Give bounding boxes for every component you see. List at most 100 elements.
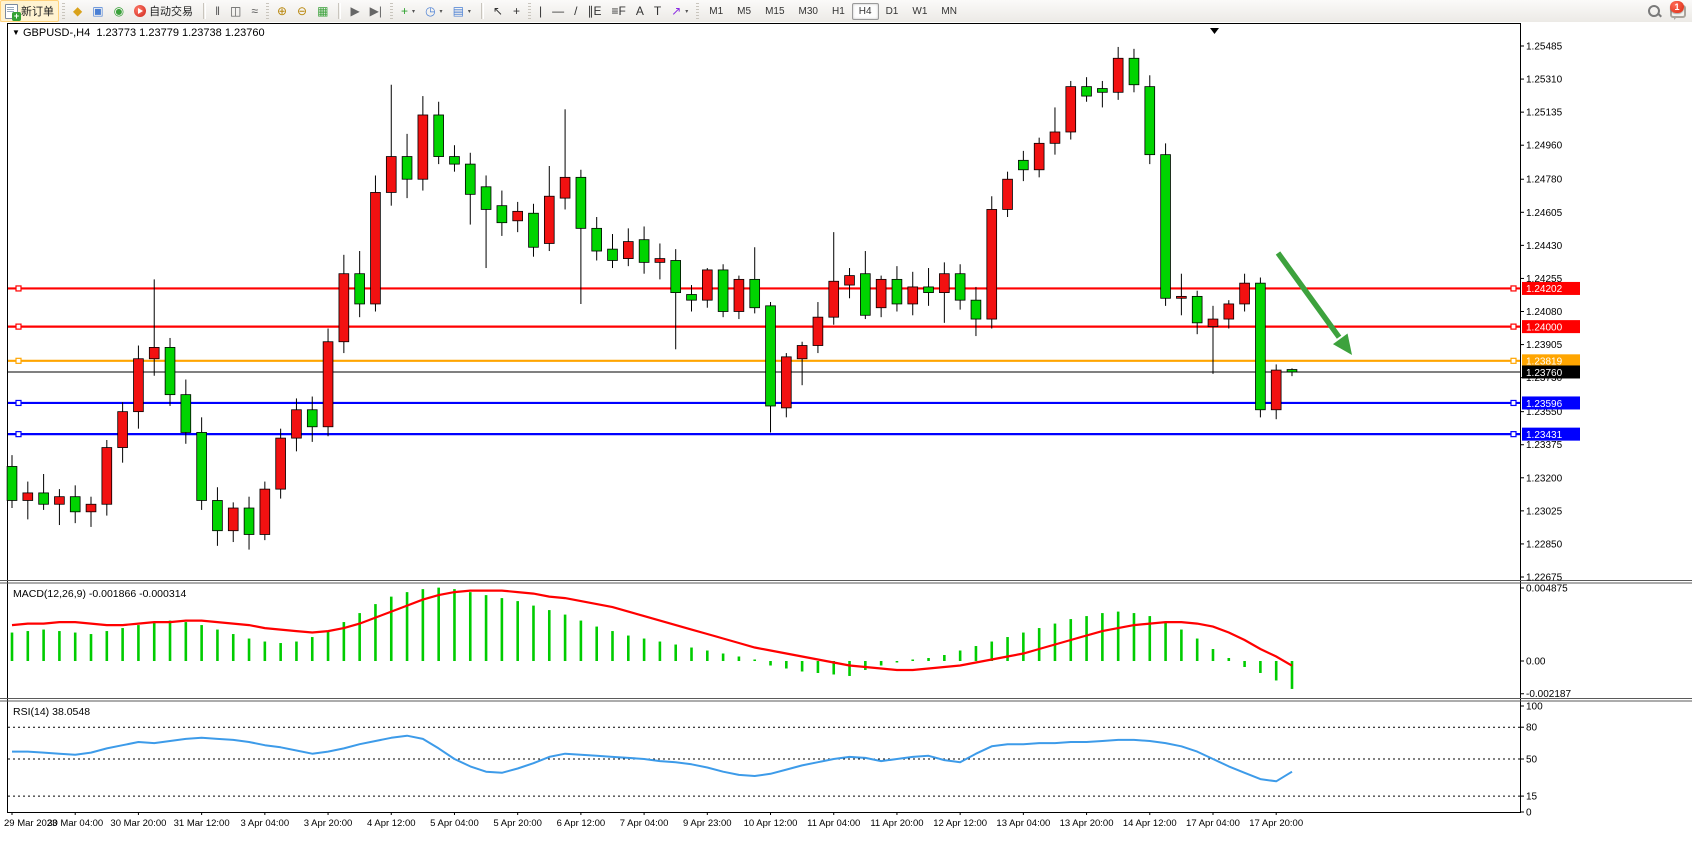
main-toolbar: 新订单 ◆▣◉自动交易 ‖◫ ≈ ⊕ ⊖ ▦ ▶ ▶| +▾◷▾▤▾ ↖ + |—/∥E ≡F AT↗▾ M1… bbox=[0, 0, 1692, 23]
svg-text:1.23596: 1.23596 bbox=[1526, 399, 1563, 410]
line-chart-button[interactable]: ≈ bbox=[246, 2, 263, 20]
shapes-button[interactable]: ↗▾ bbox=[666, 2, 693, 20]
timeframe-H4-button[interactable]: H4 bbox=[852, 3, 879, 20]
periods-button[interactable]: ◷▾ bbox=[420, 2, 448, 20]
candle bbox=[149, 347, 159, 358]
fibonacci-icon: ≡F bbox=[611, 5, 625, 17]
metaeditor-button[interactable]: ◆ bbox=[68, 2, 87, 20]
chart-shift-button[interactable]: ▶| bbox=[365, 2, 387, 20]
candle bbox=[371, 192, 381, 303]
candle bbox=[402, 157, 412, 180]
shapes-icon: ↗ bbox=[671, 5, 681, 17]
community-button[interactable]: ▣ bbox=[87, 2, 108, 20]
svg-text:14 Apr 12:00: 14 Apr 12:00 bbox=[1123, 818, 1177, 829]
auto-scroll-icon: ▶ bbox=[350, 5, 359, 17]
notification-badge[interactable]: 1 bbox=[1670, 1, 1684, 13]
timeframe-M1-button[interactable]: M1 bbox=[702, 3, 730, 20]
zoom-out-button[interactable]: ⊖ bbox=[292, 2, 312, 20]
candle bbox=[1113, 58, 1123, 92]
tile-windows-button[interactable]: ▦ bbox=[312, 2, 333, 20]
candle bbox=[892, 279, 902, 304]
text-button[interactable]: A bbox=[631, 2, 649, 20]
chevron-down-icon: ▼ bbox=[12, 28, 20, 37]
timeframe-M5-button[interactable]: M5 bbox=[730, 3, 758, 20]
candle bbox=[55, 497, 65, 505]
svg-text:1.23200: 1.23200 bbox=[1526, 473, 1563, 484]
candle bbox=[292, 410, 302, 438]
svg-text:13 Apr 04:00: 13 Apr 04:00 bbox=[996, 818, 1050, 829]
svg-text:1.25485: 1.25485 bbox=[1526, 42, 1563, 53]
bar-chart-button[interactable]: ‖ bbox=[210, 2, 225, 20]
chart-frame bbox=[0, 24, 1692, 813]
candle bbox=[165, 347, 175, 394]
tile-windows-icon: ▦ bbox=[317, 5, 328, 17]
crosshair-icon: + bbox=[513, 5, 520, 17]
candle bbox=[260, 489, 270, 534]
candle bbox=[1161, 155, 1171, 299]
candle bbox=[1255, 283, 1265, 410]
zoom-in-icon: ⊕ bbox=[277, 5, 287, 17]
fibonacci-button[interactable]: ≡F bbox=[606, 2, 630, 20]
svg-text:10 Apr 12:00: 10 Apr 12:00 bbox=[744, 818, 798, 829]
clock-icon: ◷ bbox=[425, 5, 435, 17]
price-chart-canvas[interactable]: 1.254851.253101.251351.249601.247801.246… bbox=[0, 22, 1692, 844]
candle bbox=[939, 274, 949, 293]
timeframe-W1-button[interactable]: W1 bbox=[905, 3, 934, 20]
candle bbox=[228, 508, 238, 531]
zoom-in-button[interactable]: ⊕ bbox=[272, 2, 292, 20]
trendline-button[interactable]: / bbox=[569, 2, 582, 20]
timeframe-D1-button[interactable]: D1 bbox=[879, 3, 906, 20]
candle bbox=[734, 279, 744, 311]
label-button[interactable]: T bbox=[649, 2, 666, 20]
candle bbox=[323, 342, 333, 427]
time-axis: 29 Mar 202330 Mar 04:0030 Mar 20:0031 Ma… bbox=[4, 812, 1303, 829]
hline-button[interactable]: — bbox=[547, 2, 569, 20]
cursor-button[interactable]: ↖ bbox=[488, 2, 508, 20]
candle bbox=[134, 359, 144, 412]
symbol-header[interactable]: ▼ GBPUSD-,H4 1.23773 1.23779 1.23738 1.2… bbox=[12, 27, 265, 39]
indicators-button[interactable]: +▾ bbox=[396, 2, 420, 20]
candle bbox=[876, 279, 886, 307]
toolbar-separator bbox=[696, 3, 699, 19]
svg-text:1.24605: 1.24605 bbox=[1526, 208, 1563, 219]
candle bbox=[386, 157, 396, 193]
timeframe-M30-button[interactable]: M30 bbox=[792, 3, 825, 20]
svg-text:5 Apr 04:00: 5 Apr 04:00 bbox=[430, 818, 479, 829]
svg-text:12 Apr 12:00: 12 Apr 12:00 bbox=[933, 818, 987, 829]
line-chart-icon: ≈ bbox=[251, 5, 258, 17]
svg-text:80: 80 bbox=[1526, 723, 1538, 734]
candle bbox=[908, 287, 918, 304]
svg-text:1.24780: 1.24780 bbox=[1526, 175, 1563, 186]
vline-button[interactable]: | bbox=[534, 2, 547, 20]
timeframe-M15-button[interactable]: M15 bbox=[758, 3, 791, 20]
price-axis: 1.254851.253101.251351.249601.247801.246… bbox=[1520, 42, 1563, 584]
candle bbox=[750, 279, 760, 307]
new-order-button[interactable]: 新订单 bbox=[0, 0, 59, 22]
candle bbox=[1034, 143, 1044, 169]
candle bbox=[339, 274, 349, 342]
timeframe-H1-button[interactable]: H1 bbox=[825, 3, 852, 20]
templates-button[interactable]: ▤▾ bbox=[448, 2, 476, 20]
svg-text:50: 50 bbox=[1526, 755, 1538, 766]
candlestick-button[interactable]: ◫ bbox=[225, 2, 246, 20]
candle bbox=[418, 115, 428, 179]
crosshair-button[interactable]: + bbox=[508, 2, 525, 20]
channel-button[interactable]: ∥E bbox=[582, 2, 606, 20]
autotrading-button[interactable]: 自动交易 bbox=[129, 0, 198, 22]
svg-text:4 Apr 12:00: 4 Apr 12:00 bbox=[367, 818, 416, 829]
auto-scroll-button[interactable]: ▶ bbox=[345, 2, 364, 20]
candle bbox=[197, 432, 207, 500]
svg-text:30 Mar 20:00: 30 Mar 20:00 bbox=[110, 818, 166, 829]
svg-text:1.22675: 1.22675 bbox=[1526, 573, 1563, 584]
new-order-button-label: 新订单 bbox=[21, 3, 54, 19]
candle bbox=[623, 242, 633, 259]
timeframe-MN-button[interactable]: MN bbox=[934, 3, 964, 20]
signals-button[interactable]: ◉ bbox=[109, 2, 129, 20]
candle bbox=[1145, 87, 1155, 155]
autotrading-icon bbox=[134, 5, 146, 17]
svg-text:15: 15 bbox=[1526, 792, 1538, 803]
svg-text:3 Apr 20:00: 3 Apr 20:00 bbox=[304, 818, 353, 829]
candle bbox=[1129, 58, 1139, 84]
search-icon[interactable] bbox=[1648, 5, 1660, 17]
candle bbox=[576, 177, 586, 228]
